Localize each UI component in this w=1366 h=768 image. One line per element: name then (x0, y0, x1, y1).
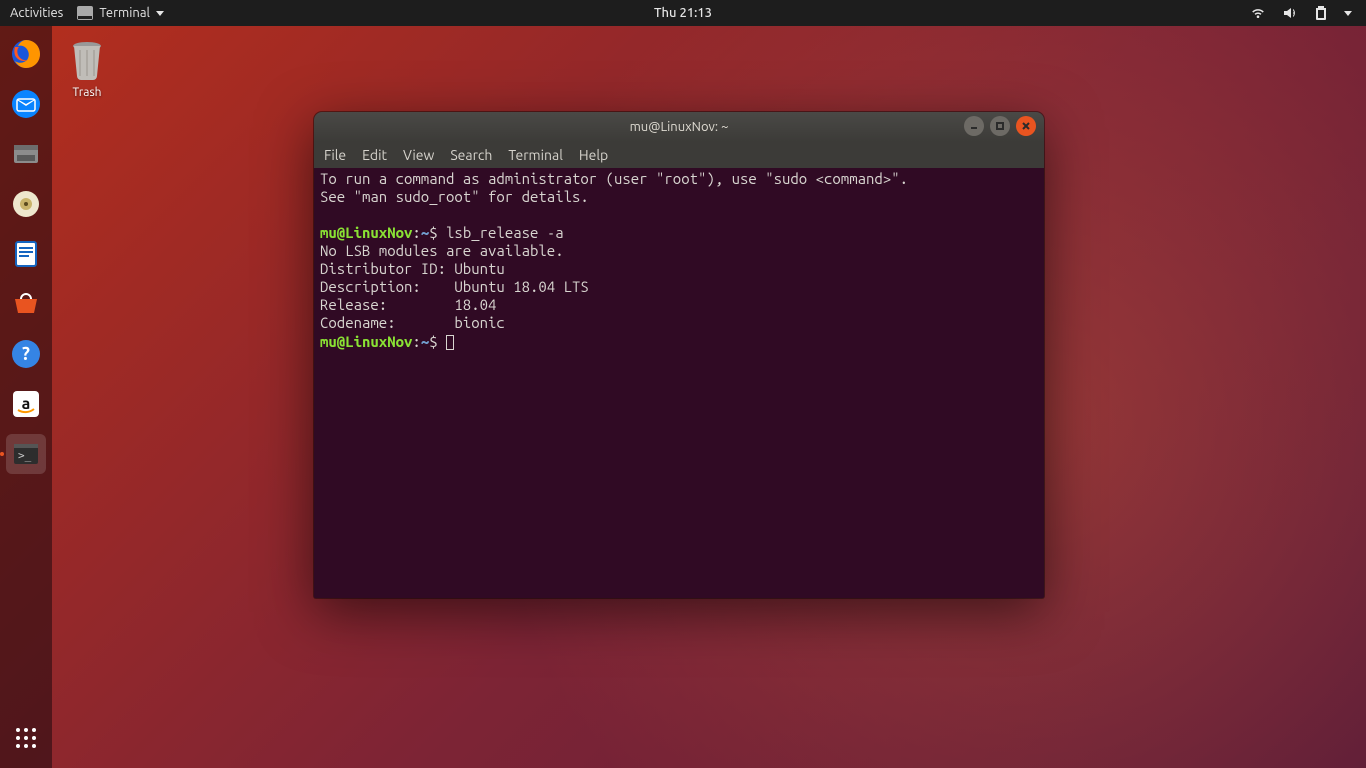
term-line: To run a command as administrator (user … (320, 170, 908, 187)
terminal-icon (77, 6, 93, 20)
terminal-window: mu@LinuxNov: ~ File Edit View Search Ter… (314, 112, 1044, 598)
term-line: Codename: bionic (320, 314, 505, 331)
term-line: See "man sudo_root" for details. (320, 188, 589, 205)
app-menu-label: Terminal (99, 6, 150, 20)
desktop-trash[interactable]: Trash (52, 36, 122, 99)
term-line: Release: 18.04 (320, 296, 496, 313)
top-panel: Activities Terminal Thu 21:13 (0, 0, 1366, 26)
chevron-down-icon (156, 11, 164, 16)
menu-terminal[interactable]: Terminal (508, 147, 563, 163)
dock-files[interactable] (6, 134, 46, 174)
system-menu-chevron-icon[interactable] (1344, 11, 1352, 16)
prompt-path: ~ (421, 224, 429, 241)
prompt-user: mu@LinuxNov (320, 333, 412, 350)
network-icon[interactable] (1250, 6, 1266, 20)
prompt-user: mu@LinuxNov (320, 224, 412, 241)
term-line: No LSB modules are available. (320, 242, 564, 259)
menu-file[interactable]: File (324, 147, 346, 163)
menu-edit[interactable]: Edit (362, 147, 387, 163)
window-titlebar[interactable]: mu@LinuxNov: ~ (314, 112, 1044, 142)
trash-icon (64, 36, 110, 82)
dock-terminal[interactable]: >_ (6, 434, 46, 474)
battery-icon[interactable] (1314, 5, 1328, 21)
term-line: Description: Ubuntu 18.04 LTS (320, 278, 589, 295)
activities-button[interactable]: Activities (10, 6, 63, 20)
dock: ? a >_ (0, 26, 52, 768)
svg-text:>_: >_ (18, 449, 32, 462)
dock-help[interactable]: ? (6, 334, 46, 374)
svg-text:?: ? (22, 344, 30, 364)
clock[interactable]: Thu 21:13 (654, 6, 712, 20)
terminal-output[interactable]: To run a command as administrator (user … (314, 168, 1044, 598)
prompt-sep: : (412, 224, 420, 241)
prompt-sep: : (412, 333, 420, 350)
svg-text:a: a (22, 395, 31, 413)
terminal-cursor (446, 335, 454, 350)
desktop-trash-label: Trash (52, 86, 122, 99)
menu-help[interactable]: Help (579, 147, 608, 163)
term-command: lsb_release -a (446, 224, 564, 241)
terminal-menubar: File Edit View Search Terminal Help (314, 142, 1044, 168)
window-close-button[interactable] (1016, 116, 1036, 136)
window-maximize-button[interactable] (990, 116, 1010, 136)
term-line: Distributor ID: Ubuntu (320, 260, 505, 277)
prompt-dollar: $ (429, 224, 446, 241)
menu-view[interactable]: View (403, 147, 434, 163)
volume-icon[interactable] (1282, 6, 1298, 20)
menu-search[interactable]: Search (450, 147, 492, 163)
prompt-dollar: $ (429, 333, 446, 350)
dock-show-apps[interactable] (6, 718, 46, 758)
dock-thunderbird[interactable] (6, 84, 46, 124)
dock-ubuntu-software[interactable] (6, 284, 46, 324)
dock-libreoffice-writer[interactable] (6, 234, 46, 274)
dock-amazon[interactable]: a (6, 384, 46, 424)
prompt-path: ~ (421, 333, 429, 350)
dock-firefox[interactable] (6, 34, 46, 74)
window-minimize-button[interactable] (964, 116, 984, 136)
app-menu-button[interactable]: Terminal (77, 6, 164, 20)
dock-rhythmbox[interactable] (6, 184, 46, 224)
window-title: mu@LinuxNov: ~ (630, 120, 729, 134)
